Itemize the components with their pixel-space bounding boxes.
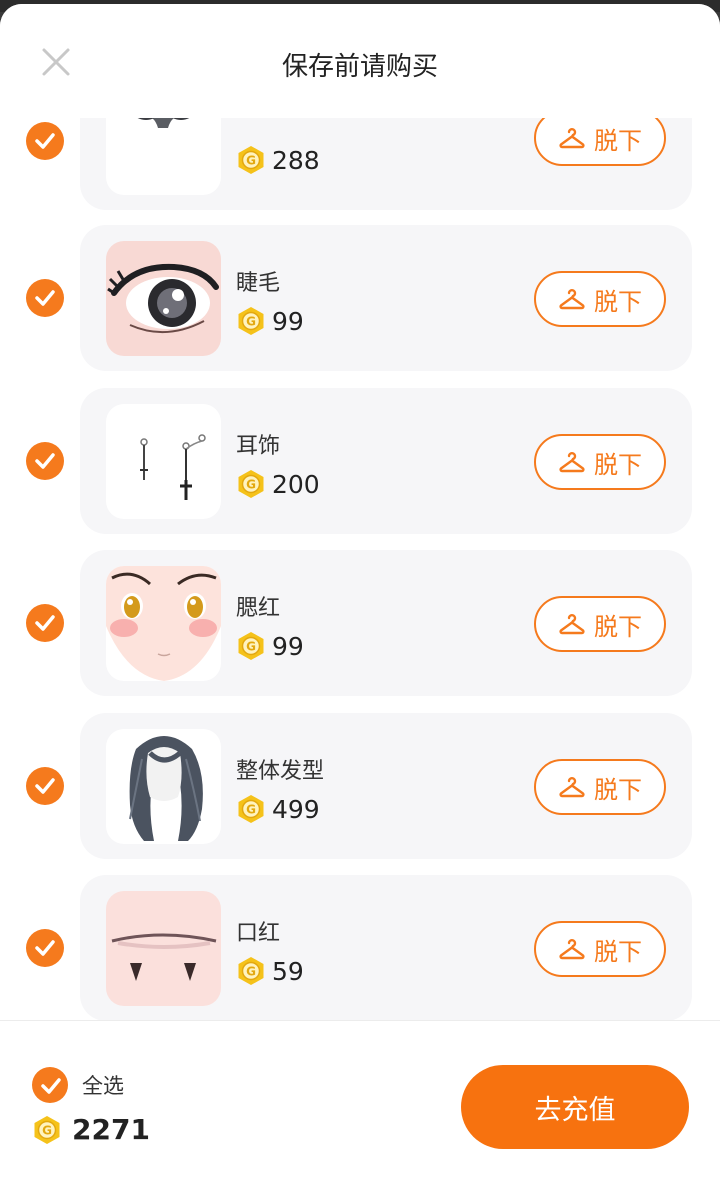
check-icon (34, 131, 56, 151)
item-thumbnail-earrings (106, 404, 221, 519)
total-price-value: 2271 (72, 1113, 150, 1146)
item-price: 99 (236, 305, 304, 337)
item-price-value: 59 (272, 956, 304, 986)
remove-button[interactable]: 脱下 (534, 596, 666, 652)
check-icon (34, 776, 56, 796)
hanger-icon (558, 937, 586, 961)
item-checkbox[interactable] (26, 929, 64, 967)
item-price: 499 (236, 793, 320, 825)
item-card: 睫毛 99 脱下 (80, 225, 692, 371)
item-name: 口红 (236, 921, 281, 946)
item-price: 288 (236, 144, 320, 176)
item-price-value: 499 (272, 794, 320, 824)
item-thumbnail-blush-face (106, 566, 221, 681)
remove-button[interactable]: 脱下 (534, 434, 666, 490)
coin-icon (236, 306, 266, 336)
total-price: 2271 (32, 1113, 150, 1146)
item-name: 睫毛 (236, 271, 281, 296)
remove-button[interactable]: 脱下 (534, 921, 666, 977)
item-card: 耳饰 200 脱下 (80, 388, 692, 534)
check-icon (34, 288, 56, 308)
coin-icon (236, 956, 266, 986)
coin-icon (236, 794, 266, 824)
item-checkbox[interactable] (26, 442, 64, 480)
page-title: 保存前请购买 (281, 52, 438, 82)
hanger-icon (558, 450, 586, 474)
item-price-value: 200 (272, 469, 320, 499)
coin-icon (236, 469, 266, 499)
remove-button[interactable]: 脱下 (534, 759, 666, 815)
item-thumbnail-eyelashes (106, 241, 221, 356)
sheet-header: 保存前请购买 (0, 4, 720, 118)
item-card: 整体发型 499 脱下 (80, 713, 692, 859)
hanger-icon (558, 287, 586, 311)
item-checkbox[interactable] (26, 122, 64, 160)
coin-icon (32, 1115, 62, 1145)
remove-button-label: 脱下 (594, 612, 642, 641)
list-item: 睫毛 99 脱下 (0, 225, 720, 371)
select-all-checkbox[interactable] (32, 1067, 68, 1103)
list-item: 口红 59 脱下 (0, 875, 720, 1020)
select-all-toggle[interactable]: 全选 (32, 1067, 124, 1103)
coin-icon (236, 631, 266, 661)
item-price: 200 (236, 468, 320, 500)
list-item: 整体发型 499 脱下 (0, 713, 720, 859)
item-card: 腮红 99 脱下 (80, 550, 692, 696)
select-all-label: 全选 (82, 1074, 124, 1098)
item-checkbox[interactable] (26, 604, 64, 642)
item-price: 99 (236, 630, 304, 662)
recharge-button[interactable]: 去充值 (461, 1065, 689, 1149)
list-item: 腮红 99 脱下 (0, 550, 720, 696)
remove-button-label: 脱下 (594, 126, 642, 155)
check-icon (40, 1076, 62, 1096)
item-price-value: 99 (272, 306, 304, 336)
checkout-footer: 全选 2271 去充值 (0, 1020, 720, 1186)
item-name: 腮红 (236, 596, 281, 621)
item-card: 288 脱下 (80, 118, 692, 210)
item-list[interactable]: 288 脱下 睫毛 99 脱下 耳饰 200 脱下 腮红 99 脱下 整体发型 … (0, 118, 720, 1020)
item-price-value: 99 (272, 631, 304, 661)
purchase-sheet: 保存前请购买 288 脱下 睫毛 99 脱下 耳饰 200 脱下 腮红 99 脱… (0, 4, 720, 1186)
remove-button-label: 脱下 (594, 775, 642, 804)
item-checkbox[interactable] (26, 279, 64, 317)
item-card: 口红 59 脱下 (80, 875, 692, 1020)
check-icon (34, 613, 56, 633)
item-price-value: 288 (272, 145, 320, 175)
remove-button-label: 脱下 (594, 450, 642, 479)
check-icon (34, 451, 56, 471)
remove-button-label: 脱下 (594, 287, 642, 316)
list-item: 耳饰 200 脱下 (0, 388, 720, 534)
item-thumbnail-lipstick (106, 891, 221, 1006)
item-thumbnail-jeans-shorts (106, 118, 221, 195)
item-name: 整体发型 (236, 759, 325, 784)
hanger-icon (558, 612, 586, 636)
remove-button-label: 脱下 (594, 937, 642, 966)
item-thumbnail-hairstyle (106, 729, 221, 844)
hanger-icon (558, 775, 586, 799)
check-icon (34, 938, 56, 958)
item-checkbox[interactable] (26, 767, 64, 805)
list-item: 288 脱下 (0, 118, 720, 210)
coin-icon (236, 145, 266, 175)
remove-button[interactable]: 脱下 (534, 118, 666, 166)
item-name: 耳饰 (236, 434, 281, 459)
remove-button[interactable]: 脱下 (534, 271, 666, 327)
hanger-icon (558, 126, 586, 150)
item-price: 59 (236, 955, 304, 987)
